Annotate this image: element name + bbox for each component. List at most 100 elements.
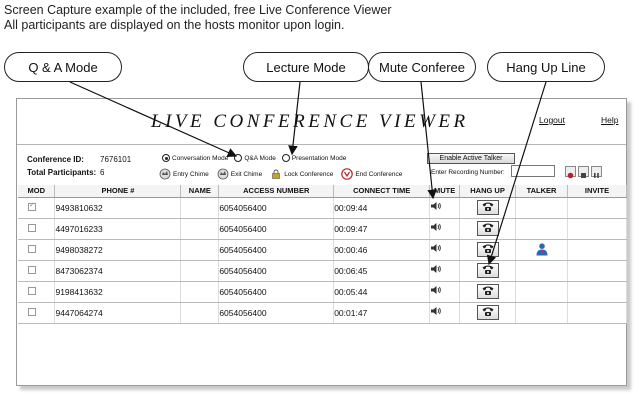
mute-cell [429,281,461,303]
mod-checkbox[interactable] [28,201,36,211]
stop-button[interactable] [578,166,589,178]
hang-up-cell [459,281,517,303]
mod-checkbox[interactable] [28,265,36,274]
record-button[interactable] [565,166,576,179]
conference-id-label: Conference ID: [27,155,84,164]
radio-conversation[interactable] [162,154,170,162]
lock-conference-option[interactable]: Lock Conference [270,168,333,180]
mode-presentation[interactable]: Presentation Mode [281,154,346,162]
entry-chime-option[interactable]: Entry Chime [159,168,209,180]
hang-up-cell [459,218,517,240]
name-cell [180,281,220,303]
connect-time-cell: 00:01:47 [333,302,431,324]
table-row: 9198413632 6054056400 00:05:44 [18,281,628,303]
phone-cell: 9198413632 [54,281,182,303]
caption: Screen Capture example of the included, … [4,3,392,33]
participants-table: MOD PHONE # NAME ACCESS NUMBER CONNECT T… [18,185,628,324]
phone-icon [481,202,495,215]
title-bar: LIVE CONFERENCE VIEWER Logout Help [17,99,626,143]
access-number-cell: 6054056400 [218,218,335,240]
col-connect-time: CONNECT TIME [333,185,431,198]
table-row: 9493810632 605405640000:09:44 [18,197,628,219]
callout-hang-up-line: Hang Up Line [487,52,605,82]
col-mod: MOD [18,185,56,198]
mod-cell [18,239,56,261]
mute-cell [429,239,461,261]
callout-lecture-mode: Lecture Mode [243,52,369,82]
talker-cell [515,218,568,240]
speaker-icon[interactable] [430,242,442,254]
mute-cell [429,197,461,219]
divider [17,144,626,145]
table-header-row: MOD PHONE # NAME ACCESS NUMBER CONNECT T… [18,185,628,198]
col-name: NAME [180,185,220,198]
participants-label: Total Participants: [27,168,97,177]
access-number-cell: 6054056400 [218,239,335,261]
caption-line-1: Screen Capture example of the included, … [4,3,392,17]
mute-cell [429,218,461,240]
chime-icon [217,168,229,180]
connect-time-cell: 00:09:47 [333,218,431,240]
mod-checkbox[interactable] [28,223,36,232]
mod-checkbox[interactable] [28,244,36,253]
phone-icon [481,307,495,320]
logout-link[interactable]: Logout [539,115,565,125]
talker-cell [515,197,568,219]
mod-checkbox[interactable] [28,286,36,295]
hang-up-button[interactable] [476,221,499,236]
mute-cell [429,302,461,324]
name-cell [180,239,220,261]
hang-up-cell [459,197,517,219]
speaker-icon[interactable] [430,200,442,212]
talker-cell [515,239,568,261]
access-number-cell: 6054056400 [218,197,335,219]
lock-conference-label: Lock Conference [284,170,334,178]
help-link[interactable]: Help [601,115,618,125]
app-title: LIVE CONFERENCE VIEWER [151,111,469,132]
col-phone: PHONE # [54,185,182,198]
table-row: 9447064274 6054056400 00:01:47 [18,302,628,324]
hang-up-button[interactable] [476,305,499,320]
pause-button[interactable] [591,166,602,178]
col-mute: MUTE [429,185,461,198]
access-number-cell: 6054056400 [218,260,335,282]
access-number-cell: 6054056400 [218,281,335,303]
mode-selector: Conversation Mode Q&A Mode Presentation … [162,154,352,162]
chime-icon [159,168,171,180]
speaker-icon[interactable] [430,305,442,317]
phone-cell: 9447064274 [54,302,182,324]
hang-up-button[interactable] [476,263,499,278]
col-access-number: ACCESS NUMBER [218,185,335,198]
speaker-icon[interactable] [430,263,442,275]
name-cell [180,218,220,240]
exit-chime-option[interactable]: Exit Chime [217,168,262,180]
speaker-icon[interactable] [430,284,442,296]
talker-cell [515,260,568,282]
end-conference-option[interactable]: End Conference [341,168,402,180]
name-cell [180,197,220,219]
mod-cell [18,218,56,240]
enable-active-talker-button[interactable]: Enable Active Talker [427,153,515,164]
total-participants: Total Participants: 6 [27,168,104,177]
mode-qa[interactable]: Q&A Mode [234,154,276,162]
hang-up-button[interactable] [476,242,499,257]
hang-up-button[interactable] [476,200,499,215]
end-conference-label: End Conference [355,170,403,178]
mod-cell [18,302,56,324]
hang-up-cell [459,302,517,324]
speaker-icon[interactable] [430,221,442,233]
col-talker: TALKER [515,185,568,198]
radio-presentation[interactable] [281,154,290,162]
end-conference-icon [341,168,354,180]
connect-time-cell: 00:00:46 [333,239,431,261]
phone-icon [481,223,495,236]
hang-up-button[interactable] [476,284,499,299]
entry-chime-label: Entry Chime [173,170,209,178]
recording-number-input[interactable] [511,165,555,177]
phone-cell: 9493810632 [54,197,182,219]
conference-id-value: 7676101 [100,155,132,164]
connect-time-cell: 00:09:44 [333,197,431,219]
radio-qa[interactable] [234,154,243,162]
mode-conversation[interactable]: Conversation Mode [162,154,228,162]
mod-checkbox[interactable] [28,307,36,316]
